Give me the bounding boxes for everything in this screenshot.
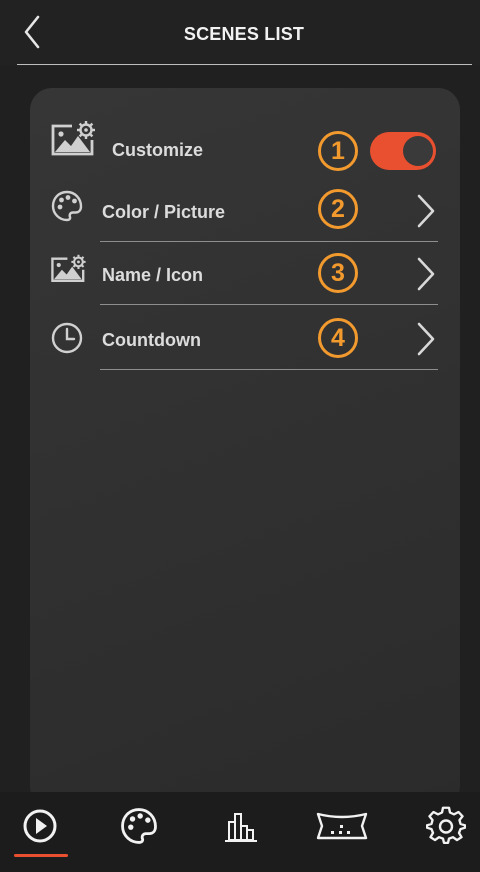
menu-item-label: Countdown: [102, 330, 201, 350]
settings-icon: [425, 806, 467, 845]
settings-panel: Customize 1 Color / Picture 2 Name / Ico…: [30, 88, 460, 808]
step-badge: 1: [318, 131, 358, 171]
nav-play[interactable]: [20, 806, 60, 846]
menu-item-label: Color / Picture: [102, 202, 226, 222]
chevron-right-icon: [414, 256, 438, 297]
menu-item-name-icon[interactable]: Name / Icon 3: [30, 243, 460, 305]
image-gear-icon: [50, 120, 98, 163]
header: SCENES LIST: [0, 0, 480, 66]
palette-icon: [121, 808, 157, 844]
step-badge: 3: [318, 253, 358, 293]
row-divider: [100, 304, 438, 305]
nav-stage[interactable]: [312, 806, 372, 846]
image-gear-icon: [50, 254, 88, 289]
chevron-right-icon: [414, 193, 438, 234]
page-title: SCENES LIST: [183, 24, 305, 44]
customize-toggle[interactable]: [370, 132, 436, 170]
play-icon: [23, 809, 57, 843]
step-badge: 4: [318, 318, 358, 358]
chevron-right-icon: [414, 321, 438, 362]
customize-row: Customize 1: [30, 106, 460, 171]
bar-chart-icon: [225, 813, 257, 842]
row-divider: [100, 241, 438, 242]
palette-icon: [50, 189, 84, 228]
nav-palette[interactable]: [119, 806, 159, 846]
menu-item-countdown[interactable]: Countdown 4: [30, 308, 460, 370]
nav-statistics[interactable]: [221, 806, 261, 846]
clock-icon: [50, 321, 84, 360]
step-badge: 2: [318, 189, 358, 229]
menu-item-label: Name / Icon: [102, 265, 204, 285]
row-divider: [100, 369, 438, 370]
customize-label: Customize: [112, 140, 204, 160]
menu-item-color-picture[interactable]: Color / Picture 2: [30, 180, 460, 242]
nav-settings[interactable]: [425, 806, 467, 846]
toggle-knob: [403, 136, 433, 166]
bottom-nav: [0, 792, 480, 872]
header-divider: [17, 64, 472, 65]
active-tab-indicator: [14, 854, 68, 857]
stage-icon: [316, 812, 368, 840]
